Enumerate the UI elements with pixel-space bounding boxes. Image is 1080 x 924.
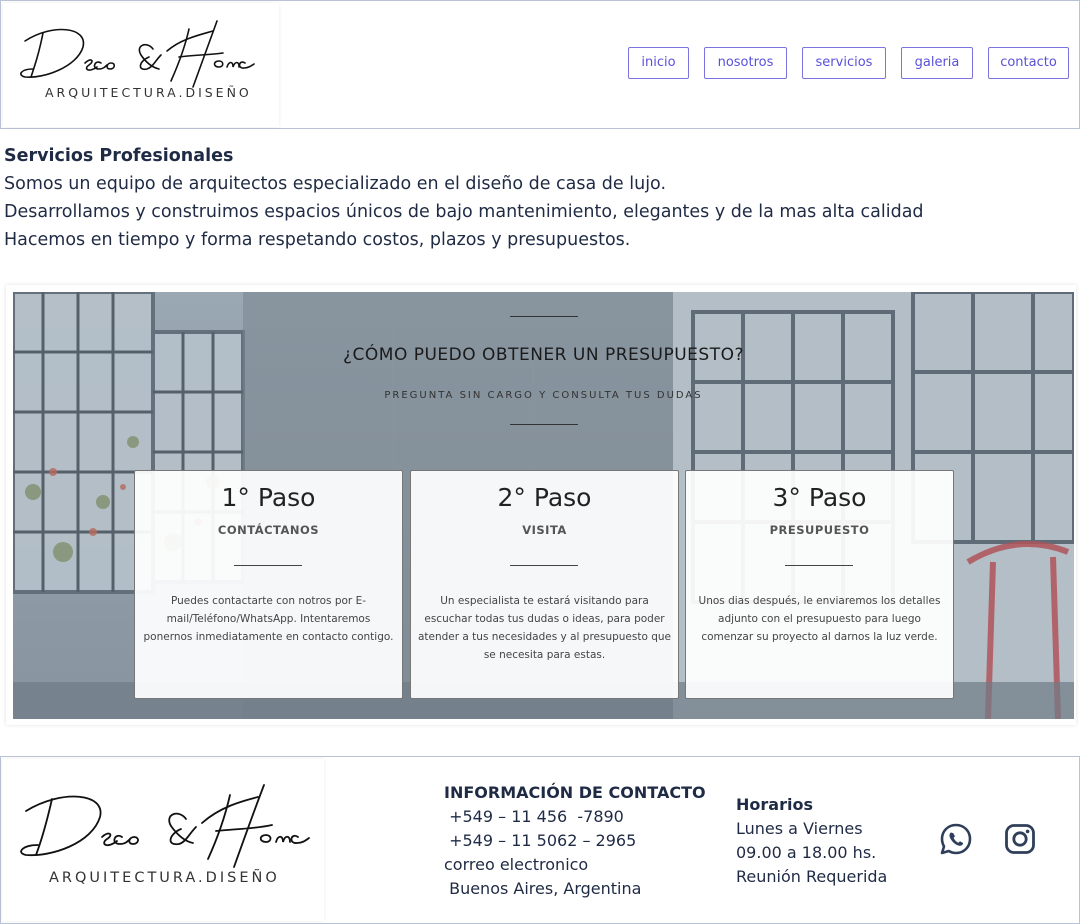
logo-script-icon xyxy=(20,784,310,868)
logo-subtitle: ARQUITECTURA.DISEÑO xyxy=(45,85,252,100)
step-title: 2° Paso xyxy=(497,483,592,512)
step-subtitle: CONTÁCTANOS xyxy=(217,523,320,537)
hours-note: Reunión Requerida xyxy=(736,867,888,886)
contact-phone[interactable]: +549 – 11 5062 – 2965 xyxy=(444,829,706,853)
logo-subtitle: ARQUITECTURA.DISEÑO xyxy=(49,870,280,886)
nav-inicio-button[interactable]: inicio xyxy=(628,47,689,79)
step-subtitle: VISITA xyxy=(522,523,567,537)
header-logo[interactable]: ARQUITECTURA.DISEÑO xyxy=(3,3,279,127)
instagram-icon[interactable] xyxy=(1003,822,1037,856)
services-intro: Servicios Profesionales Somos un equipo … xyxy=(4,142,924,254)
banner-subtitle: PREGUNTA SIN CARGO Y CONSULTA TUS DUDAS xyxy=(384,390,703,401)
banner-title: ¿CÓMO PUEDO OBTENER UN PRESUPUESTO? xyxy=(343,345,744,365)
step-description: Unos dias después, le enviaremos los det… xyxy=(698,595,941,643)
banner-divider-top xyxy=(510,316,578,317)
step-divider xyxy=(234,565,302,566)
contact-phone[interactable]: +549 – 11 456 -7890 xyxy=(444,805,706,829)
step-card-2: 2° Paso VISITA Un especialista te estará… xyxy=(410,470,679,699)
step-card-1: 1° Paso CONTÁCTANOS Puedes contactarte c… xyxy=(134,470,403,699)
step-card-3: 3° Paso PRESUPUESTO Unos dias después, l… xyxy=(685,470,954,699)
nav-galeria-button[interactable]: galeria xyxy=(901,47,973,79)
contact-heading: INFORMACIÓN DE CONTACTO xyxy=(444,783,706,802)
hours-heading: Horarios xyxy=(736,795,813,814)
services-line: Hacemos en tiempo y forma respetando cos… xyxy=(4,230,631,250)
logo-script-icon xyxy=(20,20,255,88)
step-description: Puedes contactarte con notros por E-mail… xyxy=(143,595,394,643)
contact-location: Buenos Aires, Argentina xyxy=(444,879,642,898)
site-header: ARQUITECTURA.DISEÑO inicio nosotros serv… xyxy=(0,0,1080,129)
footer-logo[interactable]: ARQUITECTURA.DISEÑO xyxy=(2,759,324,921)
nav-contacto-button[interactable]: contacto xyxy=(988,47,1069,79)
whatsapp-icon[interactable] xyxy=(939,822,973,856)
step-subtitle: PRESUPUESTO xyxy=(769,523,870,537)
quote-banner: ¿CÓMO PUEDO OBTENER UN PRESUPUESTO? PREG… xyxy=(13,292,1074,719)
services-line: Somos un equipo de arquitectos especiali… xyxy=(4,174,667,194)
services-line: Desarrollamos y construimos espacios úni… xyxy=(4,202,924,222)
nav-nosotros-button[interactable]: nosotros xyxy=(704,47,787,79)
step-divider xyxy=(785,565,853,566)
step-description: Un especialista te estará visitando para… xyxy=(417,595,672,661)
hours-time: 09.00 a 18.00 hs. xyxy=(736,843,877,862)
contact-email[interactable]: correo electronico xyxy=(444,853,706,877)
step-divider xyxy=(510,565,578,566)
footer-hours: Horarios Lunes a Viernes 09.00 a 18.00 h… xyxy=(736,793,887,889)
footer-contact: INFORMACIÓN DE CONTACTO +549 – 11 456 -7… xyxy=(444,781,706,901)
hours-days: Lunes a Viernes xyxy=(736,819,863,838)
step-title: 3° Paso xyxy=(772,483,867,512)
nav-servicios-button[interactable]: servicios xyxy=(802,47,886,79)
banner-divider-bottom xyxy=(510,424,578,425)
step-title: 1° Paso xyxy=(221,483,316,512)
services-heading: Servicios Profesionales xyxy=(4,146,234,166)
